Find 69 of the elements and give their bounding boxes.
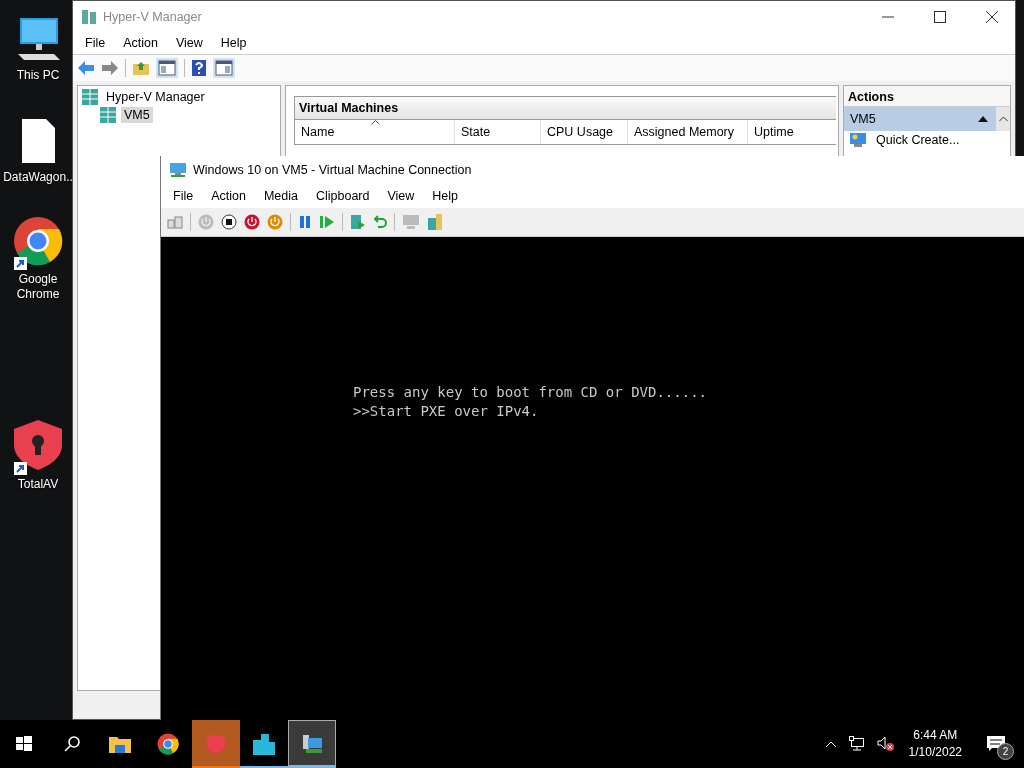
server-icon [81, 8, 97, 25]
monitor-icon [169, 162, 187, 178]
window-title: Hyper-V Manager [103, 9, 202, 24]
chrome-icon[interactable] [13, 216, 63, 266]
network-icon[interactable] [848, 736, 865, 752]
menu-item[interactable]: Action [114, 34, 167, 52]
clock-date[interactable]: 1/10/2022 [908, 744, 962, 761]
menu-item[interactable]: View [378, 187, 424, 205]
menu-item[interactable]: Clipboard [306, 187, 379, 205]
menu-item[interactable]: Help [423, 187, 468, 205]
chrome-icon [157, 733, 179, 755]
maximize-button[interactable] [933, 9, 947, 24]
desktop-icon-label[interactable]: DataWagon.. [1, 170, 75, 185]
back-arrow-icon[interactable] [77, 60, 95, 76]
shortcut-arrow-icon [14, 462, 27, 475]
notification-badge: 2 [997, 743, 1014, 760]
tree-item[interactable]: VM5 [121, 107, 153, 123]
console-tree-icon[interactable] [156, 58, 178, 78]
shortcut-arrow-icon [14, 257, 27, 270]
shield-icon [206, 733, 226, 755]
column-header[interactable]: Uptime [748, 120, 836, 144]
console-line: >>Start PXE over IPv4. [353, 402, 540, 421]
server-icon [100, 107, 116, 123]
server-icon [82, 89, 98, 105]
sort-caret-icon [371, 120, 380, 125]
column-header[interactable]: State [455, 120, 541, 144]
action-pane-icon[interactable] [213, 58, 235, 78]
shield-icon[interactable] [13, 419, 63, 471]
shutdown-button-icon[interactable] [244, 214, 260, 230]
tree-item[interactable]: Hyper-V Manager [103, 89, 208, 105]
pane-title: Actions [844, 86, 1010, 107]
console-line: Press any key to boot from CD or DVD...... [353, 383, 708, 402]
monitor-icon [850, 133, 866, 147]
scroll-bar[interactable] [996, 107, 1010, 131]
folder-up-icon[interactable] [132, 60, 150, 76]
vm-screen[interactable]: Press any key to boot from CD or DVD...... >>Start PXE over IPv4. [161, 237, 1024, 720]
stop-button-icon[interactable] [221, 214, 237, 230]
monitor-icon [300, 733, 324, 755]
clock-time[interactable]: 6:44 AM [913, 727, 958, 744]
close-button[interactable] [985, 9, 999, 24]
start-button-icon[interactable] [198, 214, 214, 230]
revert-icon[interactable] [373, 215, 387, 229]
save-button-icon[interactable] [267, 214, 283, 230]
column-header[interactable]: Name [295, 120, 455, 144]
chevron-up-icon[interactable] [824, 740, 837, 748]
file-icon[interactable] [20, 118, 56, 164]
menu-item[interactable]: Action [202, 187, 255, 205]
action-link[interactable]: Quick Create... [876, 133, 960, 147]
taskbar-app-button[interactable] [288, 720, 336, 768]
help-icon[interactable] [191, 59, 207, 77]
muted-speaker-icon[interactable] [876, 736, 895, 752]
menu-item[interactable]: File [76, 34, 115, 52]
menu-item[interactable]: Help [211, 34, 256, 52]
forward-arrow-icon[interactable] [101, 60, 119, 76]
desktop-icon-label[interactable]: Google Chrome [1, 272, 75, 302]
window-title: Windows 10 on VM5 - Virtual Machine Connection [193, 163, 472, 177]
column-header[interactable]: Assigned Memory [628, 120, 748, 144]
action-group-header[interactable]: VM5 [844, 107, 996, 131]
menu-item[interactable]: Media [254, 187, 307, 205]
menu-item[interactable]: File [164, 187, 203, 205]
folder-icon [108, 734, 132, 754]
menu-item[interactable]: View [166, 34, 212, 52]
desktop-icon-label[interactable]: This PC [1, 68, 75, 83]
desktop-icon-label[interactable]: TotalAV [1, 477, 75, 492]
panel-header: Virtual Machines [295, 97, 836, 120]
pause-icon[interactable] [298, 215, 312, 229]
server-icon [252, 732, 276, 756]
collapse-triangle-icon [978, 116, 988, 122]
column-header[interactable]: CPU Usage [541, 120, 628, 144]
